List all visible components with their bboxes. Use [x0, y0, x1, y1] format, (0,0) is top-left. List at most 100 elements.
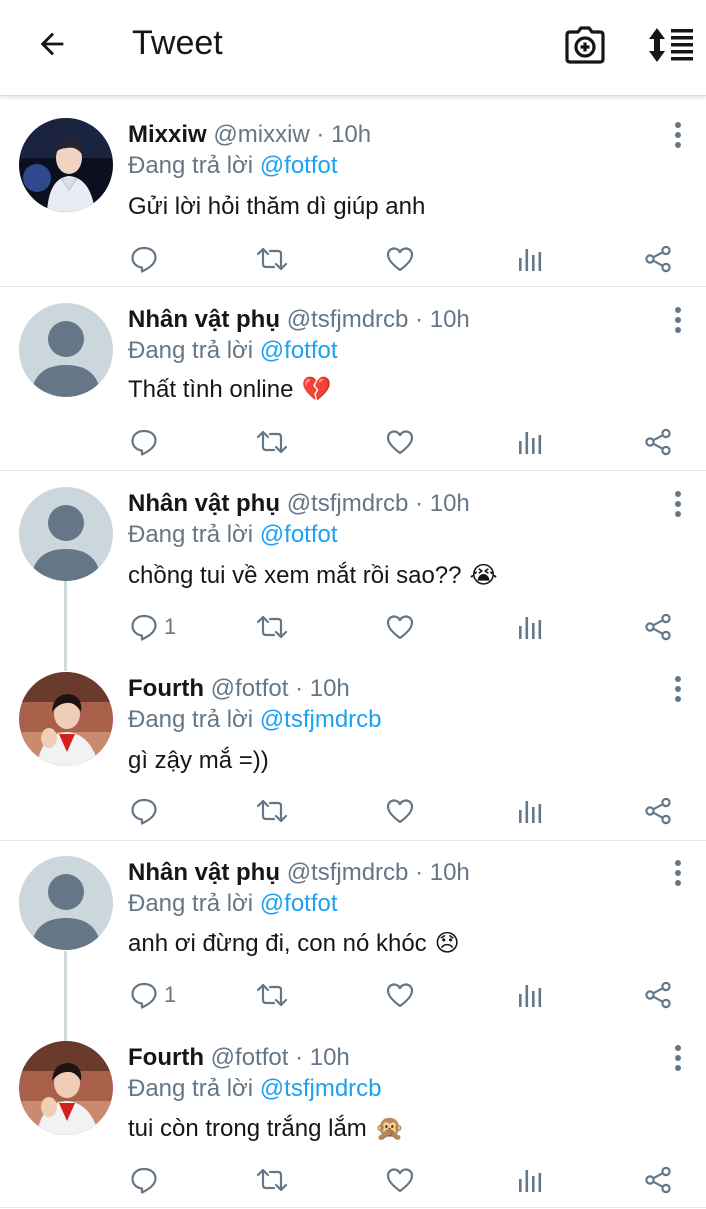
share-button[interactable]	[644, 1162, 672, 1198]
tweet[interactable]: Nhân vật phụ @tsfjmdrcb · 10h Đang trả l…	[0, 471, 706, 671]
user-handle[interactable]: @tsfjmdrcb	[287, 306, 409, 333]
reply-mention[interactable]: @fotfot	[260, 521, 338, 548]
tweet-header: Fourth @fotfot · 10h	[128, 674, 350, 704]
tweet-text-content: Gửi lời hỏi thăm dì giúp anh	[128, 193, 426, 220]
tweet[interactable]: Mixxiw @mixxiw · 10h Đang trả lời @fotfo…	[0, 97, 706, 287]
display-name[interactable]: Mixxiw	[128, 121, 207, 148]
more-options-button[interactable]	[668, 1044, 688, 1072]
more-options-button[interactable]	[668, 675, 688, 703]
user-handle[interactable]: @tsfjmdrcb	[287, 859, 409, 886]
display-name[interactable]: Fourth	[128, 675, 204, 702]
tweet[interactable]: Nhân vật phụ @tsfjmdrcb · 10h Đang trả l…	[0, 287, 706, 471]
reply-icon	[130, 428, 158, 456]
retweet-button[interactable]	[256, 241, 288, 277]
like-button[interactable]	[386, 609, 414, 645]
analytics-button[interactable]	[517, 241, 543, 277]
analytics-button[interactable]	[517, 1162, 543, 1198]
heart-icon	[386, 1167, 414, 1193]
tweet[interactable]: Fourth @fotfot · 10h Đang trả lời @tsfjm…	[0, 1024, 706, 1208]
display-name[interactable]: Nhân vật phụ	[128, 490, 280, 517]
bar-chart-icon	[517, 982, 543, 1008]
tweet-text: anh ơi đừng đi, con nó khóc 😞	[128, 929, 460, 959]
user-handle[interactable]: @mixxiw	[213, 121, 309, 148]
reply-button[interactable]: 1	[130, 977, 176, 1013]
tweet[interactable]: Nhân vật phụ @tsfjmdrcb · 10h Đang trả l…	[0, 841, 706, 1041]
share-button[interactable]	[644, 793, 672, 829]
tweet[interactable]: Fourth @fotfot · 10h Đang trả lời @tsfjm…	[0, 655, 706, 841]
camera-button[interactable]	[562, 22, 608, 68]
more-options-button[interactable]	[668, 859, 688, 887]
timestamp: · 10h	[415, 490, 470, 517]
tweet-text: Thất tình online 💔	[128, 375, 331, 405]
retweet-button[interactable]	[256, 1162, 288, 1198]
retweet-button[interactable]	[256, 977, 288, 1013]
avatar[interactable]	[19, 856, 113, 950]
more-options-button[interactable]	[668, 490, 688, 518]
retweet-icon	[256, 981, 288, 1009]
tweet-header: Mixxiw @mixxiw · 10h	[128, 120, 371, 150]
retweet-button[interactable]	[256, 793, 288, 829]
bar-chart-icon	[517, 246, 543, 272]
page-title: Tweet	[132, 24, 223, 62]
tweet-actions	[0, 793, 706, 829]
reply-button[interactable]: 1	[130, 609, 176, 645]
reply-mention[interactable]: @tsfjmdrcb	[260, 1075, 382, 1102]
reply-icon	[130, 245, 158, 273]
like-button[interactable]	[386, 241, 414, 277]
tweet-text: tui còn trong trắng lắm 🙊	[128, 1114, 405, 1144]
share-button[interactable]	[644, 609, 672, 645]
share-button[interactable]	[644, 977, 672, 1013]
like-button[interactable]	[386, 793, 414, 829]
share-button[interactable]	[644, 424, 672, 460]
reply-mention[interactable]: @fotfot	[260, 152, 338, 179]
user-handle[interactable]: @fotfot	[211, 1044, 289, 1071]
like-button[interactable]	[386, 1162, 414, 1198]
reply-count: 1	[164, 614, 177, 639]
tweet-actions: 1	[0, 609, 706, 645]
heart-icon	[386, 246, 414, 272]
tweet-header: Nhân vật phụ @tsfjmdrcb · 10h	[128, 305, 470, 335]
analytics-button[interactable]	[517, 793, 543, 829]
reply-button[interactable]	[130, 793, 164, 829]
more-options-button[interactable]	[668, 306, 688, 334]
share-button[interactable]	[644, 241, 672, 277]
display-name[interactable]: Nhân vật phụ	[128, 859, 280, 886]
display-name[interactable]: Fourth	[128, 1044, 204, 1071]
display-name[interactable]: Nhân vật phụ	[128, 306, 280, 333]
more-vertical-icon	[674, 121, 682, 149]
analytics-button[interactable]	[517, 977, 543, 1013]
back-button[interactable]	[30, 22, 74, 66]
avatar[interactable]	[19, 1041, 113, 1135]
replying-to: Đang trả lời @fotfot	[128, 520, 338, 550]
avatar[interactable]	[19, 118, 113, 212]
reply-button[interactable]	[130, 424, 164, 460]
analytics-button[interactable]	[517, 609, 543, 645]
tweet-actions	[0, 424, 706, 460]
tweet-text-content: Thất tình online	[128, 376, 294, 403]
retweet-button[interactable]	[256, 609, 288, 645]
avatar[interactable]	[19, 672, 113, 766]
reply-button[interactable]	[130, 1162, 164, 1198]
like-button[interactable]	[386, 977, 414, 1013]
reply-button[interactable]	[130, 241, 164, 277]
reply-mention[interactable]: @fotfot	[260, 337, 338, 364]
timestamp: · 10h	[316, 121, 372, 148]
retweet-icon	[256, 797, 288, 825]
timestamp: · 10h	[415, 859, 470, 886]
analytics-button[interactable]	[517, 424, 543, 460]
sort-button[interactable]	[645, 22, 697, 68]
tweet-header: Nhân vật phụ @tsfjmdrcb · 10h	[128, 858, 470, 888]
bar-chart-icon	[517, 429, 543, 455]
avatar[interactable]	[19, 303, 113, 397]
user-handle[interactable]: @fotfot	[211, 675, 289, 702]
replying-to-label: Đang trả lời	[128, 521, 254, 548]
tweet-header: Nhân vật phụ @tsfjmdrcb · 10h	[128, 489, 470, 519]
avatar[interactable]	[19, 487, 113, 581]
more-options-button[interactable]	[668, 121, 688, 149]
reply-mention[interactable]: @tsfjmdrcb	[260, 706, 382, 733]
reply-mention[interactable]: @fotfot	[260, 890, 338, 917]
like-button[interactable]	[386, 424, 414, 460]
tweet-text-content: chồng tui về xem mắt rồi sao??	[128, 562, 462, 589]
user-handle[interactable]: @tsfjmdrcb	[287, 490, 409, 517]
retweet-button[interactable]	[256, 424, 288, 460]
